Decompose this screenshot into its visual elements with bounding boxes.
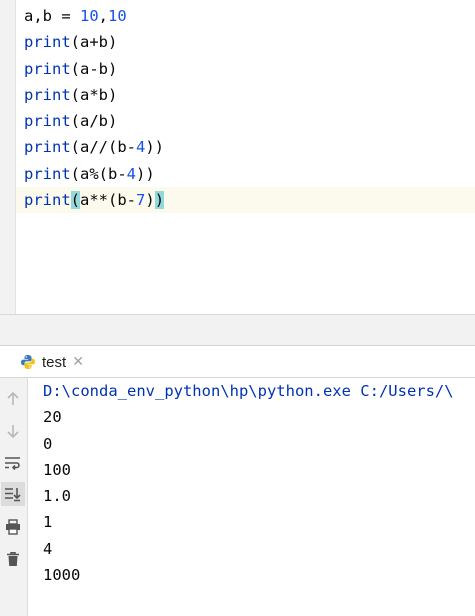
code-line[interactable]: print(a%(b-4)) [16,161,475,187]
console-output-line: 1.0 [43,487,71,506]
number-token: 10 [80,7,99,25]
code-token: )) [145,138,165,157]
code-token: (a//(b- [70,138,136,157]
keyword-token: print [24,112,71,131]
soft-wrap-icon[interactable] [1,451,25,475]
code-token: ) [145,191,155,210]
code-line[interactable]: print(a//(b-4)) [16,134,475,160]
console-output-line: 4 [43,539,53,558]
run-tab-test[interactable]: test ✕ [0,346,92,378]
print-icon[interactable] [1,515,25,539]
code-line[interactable]: a,b = 10,10 [16,3,475,29]
keyword-token: print [24,85,71,104]
run-console[interactable]: D:\conda_env_python\hp\python.exe C:/Use… [28,378,475,616]
number-token: 10 [108,7,127,25]
trash-icon[interactable] [1,547,25,571]
run-tab-label: test [42,353,67,371]
code-token: (a%(b- [70,164,127,183]
code-token: (a+b) [70,33,118,52]
keyword-token: print [24,138,71,157]
python-icon [20,354,36,370]
console-output-line: 100 [43,460,71,479]
code-area[interactable]: a,b = 10,10 print(a+b) print(a-b) print(a*b… [16,3,475,214]
console-line-interpreter: D:\conda_env_python\hp\python.exe C:/Use… [43,382,454,400]
code-editor[interactable]: a,b = 10,10 print(a+b) print(a-b) print(a*b… [0,0,475,314]
console-output-line: 1 [43,513,53,532]
keyword-token: print [24,191,71,210]
matched-brace: ( [70,191,81,210]
code-line[interactable]: print(a/b) [16,108,475,134]
arrow-up-icon[interactable] [1,387,25,411]
code-token: , [98,7,109,25]
code-token: (a-b) [70,59,118,78]
code-token: )) [136,164,155,183]
panel-splitter[interactable] [0,314,475,346]
code-line[interactable]: print(a**(b-7)) [16,187,475,214]
console-output-line: 20 [43,408,62,427]
console-output-line: 1000 [43,566,81,585]
keyword-token: print [24,33,71,52]
code-token: (a*b) [70,85,118,104]
close-icon[interactable]: ✕ [72,354,84,370]
keyword-token: print [24,59,71,78]
run-toolbar [0,378,28,616]
editor-gutter[interactable] [0,0,16,314]
code-token: (a/b) [70,112,118,131]
code-token: a**(b- [80,191,137,210]
code-line[interactable]: print(a-b) [16,56,475,82]
code-line[interactable]: print(a*b) [16,82,475,108]
number-token: 7 [136,191,146,210]
console-output-line: 0 [43,434,53,453]
code-line[interactable]: print(a+b) [16,29,475,55]
code-token: a,b = [24,7,80,25]
number-token: 4 [126,164,137,183]
number-token: 4 [136,138,146,157]
scroll-to-end-icon[interactable] [1,482,25,506]
matched-brace: ) [154,191,165,210]
run-tab-bar: test ✕ [0,345,475,378]
arrow-down-icon[interactable] [1,419,25,443]
keyword-token: print [24,164,71,183]
